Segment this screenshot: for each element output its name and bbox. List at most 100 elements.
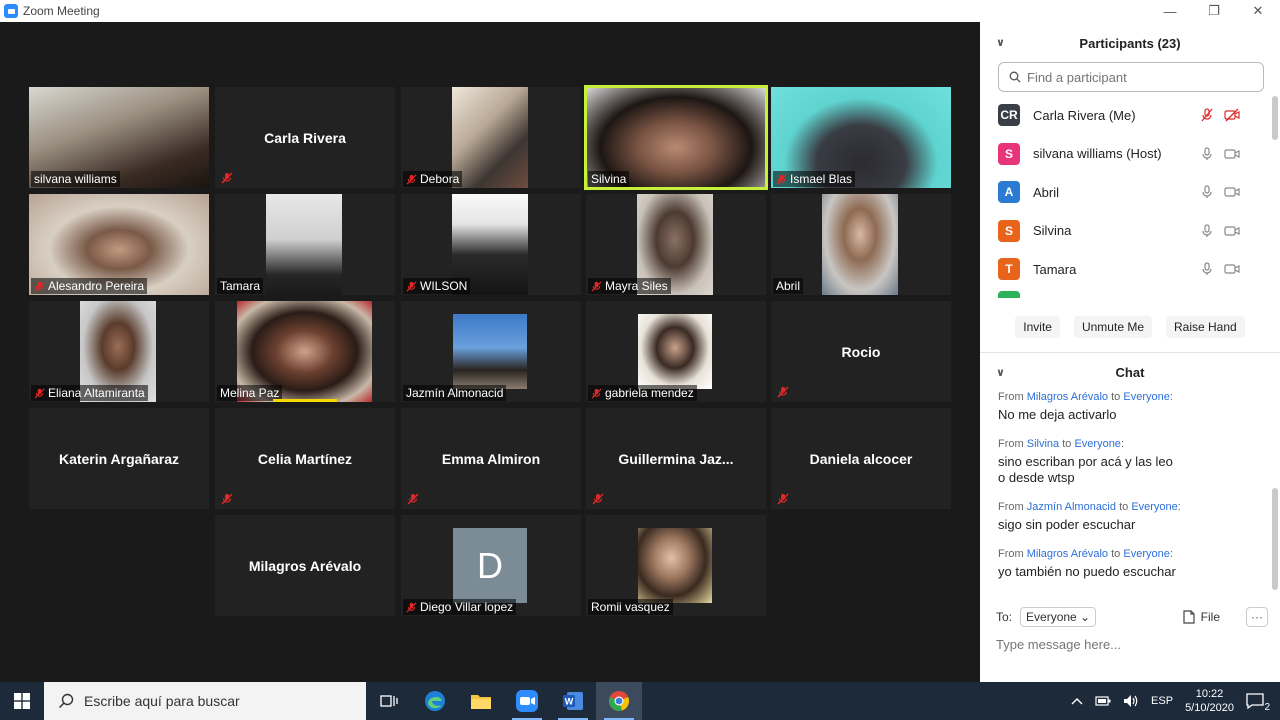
video-tile[interactable]: Ismael Blas [771,87,951,188]
participant-row[interactable]: CR Carla Rivera (Me) [980,96,1268,135]
video-tile[interactable]: Guillermina Jaz... [586,408,766,509]
notifications-button[interactable]: 2 [1246,693,1270,713]
chat-messages: From Milagros Arévalo to Everyone: No me… [998,390,1260,594]
participant-row[interactable]: A Abril [980,173,1268,212]
edge-browser-button[interactable] [412,682,458,720]
taskbar-search[interactable]: Escribe aquí para buscar [44,682,366,720]
video-tile[interactable]: D Diego Villar lopez [401,515,581,616]
minimize-button[interactable]: — [1148,0,1192,22]
file-explorer-button[interactable] [458,682,504,720]
video-tile[interactable]: Alesandro Pereira [29,194,209,295]
sender-name[interactable]: Jazmín Almonacid [1027,501,1116,513]
video-camera-icon[interactable] [1224,147,1240,161]
tile-name-center: Milagros Arévalo [248,557,362,574]
to-label: To: [996,610,1013,624]
battery-button[interactable] [1095,696,1111,706]
tile-name-label: Eliana Altamiranta [48,386,145,400]
search-placeholder: Escribe aquí para buscar [84,693,240,709]
chat-message: From Jazmín Almonacid to Everyone: sigo … [998,500,1260,533]
video-tile-active-speaker[interactable]: Silvina [584,85,768,190]
video-tile[interactable]: Mayra Siles [586,194,766,295]
participant-row-partial[interactable] [980,289,1268,298]
tile-name-label: WILSON [420,279,468,293]
participant-scrollbar[interactable] [1272,96,1278,140]
video-tile[interactable]: Rocio [771,301,951,402]
language-indicator[interactable]: ESP [1151,695,1173,707]
video-tile[interactable]: Milagros Arévalo [215,515,395,616]
word-app-button[interactable]: W [550,682,596,720]
muted-mic-icon[interactable] [1200,108,1214,122]
raise-hand-button[interactable]: Raise Hand [1166,316,1245,338]
show-hidden-icons-button[interactable] [1071,697,1083,705]
video-tile[interactable]: WILSON [401,194,581,295]
close-button[interactable]: ✕ [1236,0,1280,22]
search-input[interactable] [1027,69,1247,85]
speaker-icon [1124,695,1138,707]
volume-button[interactable] [1123,694,1139,708]
tile-name-center: Carla Rivera [264,129,346,146]
video-tile[interactable]: Tamara [215,194,395,295]
chat-recipient-row: To: Everyone ⌄ File ··· [996,606,1268,628]
chrome-app-button[interactable] [596,682,642,720]
video-camera-icon[interactable] [1224,262,1240,276]
notification-center-icon [1246,693,1264,709]
unmute-me-button[interactable]: Unmute Me [1073,316,1152,338]
task-view-button[interactable] [366,682,412,720]
microphone-icon[interactable] [1200,224,1214,238]
tile-name-label: Diego Villar lopez [420,600,514,614]
video-tile[interactable]: Celia Martínez [215,408,395,509]
video-off-icon[interactable] [1224,108,1240,122]
video-tile[interactable]: Daniela alcocer [771,408,951,509]
maximize-button[interactable]: ❐ [1192,0,1236,22]
microphone-icon[interactable] [1200,185,1214,199]
video-tile[interactable]: silvana williams [29,87,209,188]
chevron-down-icon[interactable]: ∨ [996,36,1005,49]
video-tile[interactable]: Emma Almiron [401,408,581,509]
participant-row[interactable]: T Tamara [980,250,1268,289]
file-button[interactable]: File [1183,610,1220,624]
clock[interactable]: 10:22 5/10/2020 [1185,687,1234,715]
recipient-select[interactable]: Everyone ⌄ [1020,607,1097,627]
chevron-down-icon[interactable]: ∨ [996,366,1005,379]
system-tray: ESP 10:22 5/10/2020 2 [1071,682,1280,720]
microphone-icon[interactable] [1200,147,1214,161]
tile-name-label: Ismael Blas [790,172,853,186]
muted-mic-icon [777,493,789,505]
video-gallery: silvana williams Carla Rivera Debora Sil… [0,22,980,682]
tile-name-label: Jazmín Almonacid [406,386,504,400]
invite-button[interactable]: Invite [1015,316,1060,338]
video-tile[interactable]: Romii vasquez [586,515,766,616]
video-tile[interactable]: Abril [771,194,951,295]
participant-search[interactable] [998,62,1264,92]
video-camera-icon[interactable] [1224,224,1240,238]
tile-name-label: Melina Paz [220,386,280,400]
battery-icon [1095,696,1111,706]
video-tile[interactable]: Eliana Altamiranta [29,301,209,402]
video-tile[interactable]: Debora [401,87,581,188]
muted-mic-icon [406,601,417,613]
video-tile[interactable]: Katerin Argañaraz [29,408,209,509]
video-tile[interactable]: gabriela mendez [586,301,766,402]
chat-message-input[interactable] [996,634,1258,654]
video-tile[interactable]: Jazmín Almonacid [401,301,581,402]
more-options-button[interactable]: ··· [1246,607,1268,627]
participant-row[interactable]: S Silvina [980,212,1268,251]
participant-actions: Invite Unmute Me Raise Hand [980,316,1280,338]
message-text: sino escriban por acá y las leo o desde … [998,454,1173,485]
task-view-icon [380,695,398,707]
sender-name[interactable]: Milagros Arévalo [1027,391,1108,403]
participant-row[interactable]: S silvana williams (Host) [980,135,1268,174]
tile-name-center: Katerin Argañaraz [58,450,180,467]
sender-name[interactable]: Silvina [1027,438,1059,450]
microphone-icon[interactable] [1200,262,1214,276]
start-button[interactable] [0,682,44,720]
sender-name[interactable]: Milagros Arévalo [1027,548,1108,560]
chat-scrollbar[interactable] [1272,488,1278,590]
folder-icon [471,695,491,709]
side-panel: ∨ Participants (23) CR Carla Rivera (Me)… [980,22,1280,682]
muted-mic-icon [406,173,417,185]
video-tile[interactable]: Melina Paz [215,301,395,402]
video-camera-icon[interactable] [1224,185,1240,199]
zoom-app-button[interactable] [504,682,550,720]
video-tile[interactable]: Carla Rivera [215,87,395,188]
